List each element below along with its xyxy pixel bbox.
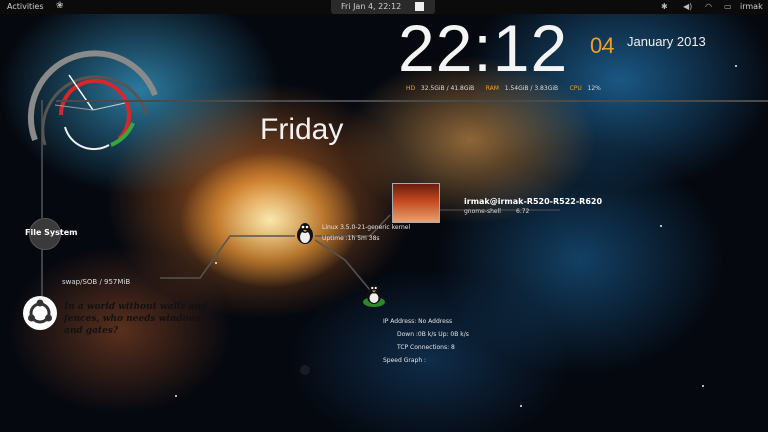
- divider-line: [56, 100, 768, 102]
- kernel-info: Linux 3.5.0-21-generic kernel: [322, 224, 411, 231]
- panel-clock: Fri Jan 4, 22:12: [341, 2, 402, 11]
- volume-icon[interactable]: ◀): [683, 2, 692, 11]
- activities-button[interactable]: Activities: [7, 2, 44, 11]
- ram-value: 1.54GiB / 3.83GiB: [504, 85, 559, 92]
- top-process-value: 6.72: [516, 208, 530, 215]
- top-panel: Activities ❀ Fri Jan 4, 22:12 ✱ ◀) ◠ ▭ i…: [0, 0, 768, 14]
- gnome-foot-icon[interactable]: ❀: [56, 1, 64, 11]
- hd-label: HD: [406, 85, 416, 92]
- tux-penguin-icon: [297, 223, 313, 244]
- bluetooth-icon[interactable]: ✱: [661, 2, 668, 11]
- top-process-name: gnome-shell: [464, 208, 501, 215]
- system-stats-bar: HD 32.5GiB / 41.8GiB RAM 1.54GiB / 3.83G…: [406, 85, 601, 92]
- user-menu[interactable]: irmak: [740, 2, 763, 11]
- desktop-clock-time: 22:12: [398, 11, 569, 85]
- user-avatar: [392, 183, 440, 223]
- flag-icon: [415, 2, 424, 11]
- weekday: Friday: [260, 113, 344, 146]
- cpu-gauge: [27, 50, 158, 151]
- tcp-connections: TCP Connections: 8: [397, 344, 455, 351]
- hd-value: 32.5GiB / 41.8GiB: [420, 85, 475, 92]
- cpu-value: 12%: [587, 85, 601, 92]
- speed-graph-label: Speed Graph :: [383, 357, 427, 364]
- down-up-speed: Down :0B k/s Up: 0B k/s: [397, 331, 469, 338]
- day-number: 04: [590, 33, 615, 58]
- ram-label: RAM: [485, 85, 499, 92]
- user-host: irmak@irmak-R520-R522-R620: [464, 197, 603, 206]
- network-icon[interactable]: ◠: [705, 2, 712, 11]
- ubuntu-logo-icon: [23, 296, 57, 330]
- uptime-info: Uptime :1h 5m 38s: [322, 235, 380, 242]
- month-year: January 2013: [627, 34, 706, 49]
- tux-network-icon: [363, 284, 385, 307]
- desktop: Activities ❀ Fri Jan 4, 22:12 ✱ ◀) ◠ ▭ i…: [0, 0, 768, 432]
- cpu-label: CPU: [569, 85, 582, 92]
- ip-address: IP Address: No Address: [383, 318, 453, 325]
- battery-icon[interactable]: ▭: [724, 2, 732, 11]
- swap-usage: swap/SOB / 957MiB: [62, 278, 131, 286]
- desktop-quote: In a world without walls and fences, who…: [64, 302, 208, 336]
- file-system-label: File System: [25, 228, 78, 237]
